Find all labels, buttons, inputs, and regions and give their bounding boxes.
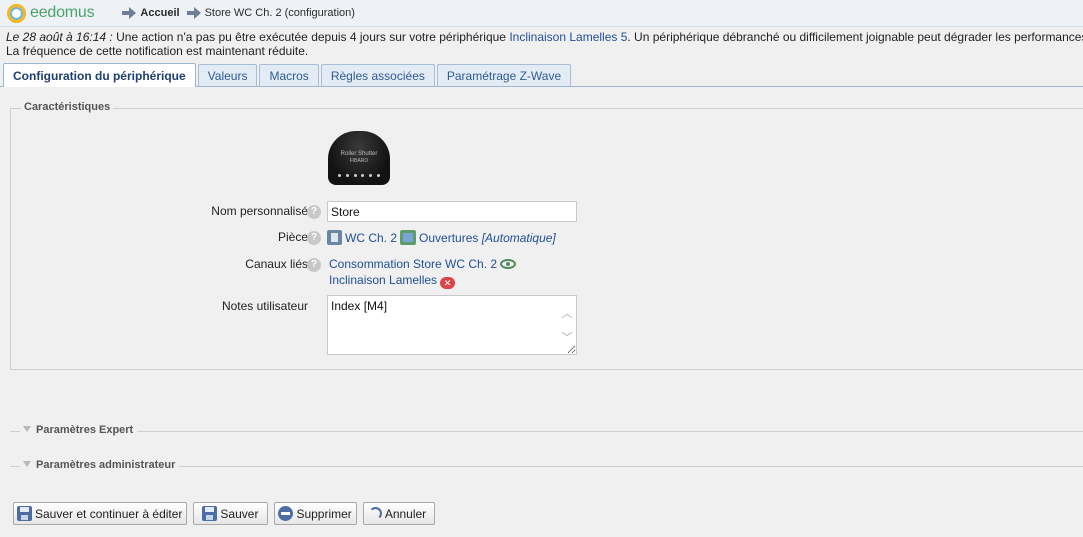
- delete-button[interactable]: Supprimer: [274, 502, 357, 525]
- expert-section-title: Paramètres Expert: [36, 424, 134, 436]
- tab-bar: Configuration du périphérique Valeurs Ma…: [0, 63, 1083, 87]
- save-continue-button[interactable]: Sauver et continuer à éditer: [13, 502, 188, 525]
- channel-1-link[interactable]: Consommation Store WC Ch. 2: [329, 257, 497, 271]
- device-image: Roller Shutter FIBARO: [328, 131, 390, 185]
- tab-configuration[interactable]: Configuration du périphérique: [3, 63, 196, 87]
- device-image-label: Roller Shutter: [340, 151, 378, 157]
- undo-icon: [368, 507, 382, 520]
- room-value: WC Ch. 2 Ouvertures [Automatique]: [327, 230, 556, 245]
- device-buttons: [338, 174, 380, 178]
- room-label: Pièce: [277, 230, 308, 244]
- channels-label: Canaux liés: [245, 257, 308, 271]
- action-buttons: Sauver et continuer à éditer Sauver Supp…: [13, 502, 441, 525]
- group-link[interactable]: Ouvertures: [419, 231, 478, 245]
- channel-2: Inclinaison Lamelles ✕: [329, 273, 456, 289]
- scroll-down-icon[interactable]: ﹀: [560, 331, 574, 345]
- arrow-right-icon: [186, 7, 201, 19]
- floppy-icon: [202, 506, 218, 521]
- cancel-button[interactable]: Annuler: [362, 502, 436, 525]
- notification-text-end: . Un périphérique débranché ou difficile…: [627, 30, 1083, 44]
- room-icon: [327, 230, 342, 245]
- notification-device-link[interactable]: Inclinaison Lamelles 5: [509, 30, 627, 44]
- admin-section-title: Paramètres administrateur: [36, 459, 176, 471]
- openings-group-icon: [400, 230, 417, 245]
- tab-valeurs[interactable]: Valeurs: [197, 64, 258, 86]
- scroll-up-icon[interactable]: ︿: [560, 307, 574, 321]
- triangle-down-icon: [23, 461, 31, 467]
- notification: Le 28 août à 16:14 : Une action n'a pas …: [0, 30, 1083, 58]
- minus-circle-icon: [278, 506, 294, 521]
- help-icon[interactable]: ?: [307, 258, 321, 272]
- channel-2-link[interactable]: Inclinaison Lamelles: [329, 273, 437, 287]
- room-link[interactable]: WC Ch. 2: [345, 231, 397, 245]
- top-bar: eedomus Accueil Store WC Ch. 2 (configur…: [0, 0, 1083, 27]
- admin-section[interactable]: Paramètres administrateur: [10, 459, 1083, 473]
- save-button[interactable]: Sauver: [193, 502, 269, 525]
- group-mode: [Automatique]: [481, 231, 556, 245]
- tab-macros[interactable]: Macros: [259, 64, 319, 86]
- name-input[interactable]: [327, 201, 577, 222]
- channel-1: Consommation Store WC Ch. 2: [329, 257, 517, 271]
- unlink-icon[interactable]: ✕: [440, 277, 456, 289]
- expert-section[interactable]: Paramètres Expert: [10, 424, 1083, 438]
- floppy-icon: [17, 506, 32, 521]
- notes-label: Notes utilisateur: [221, 299, 308, 313]
- device-image-sublabel: FIBARO: [349, 158, 369, 164]
- characteristics-fieldset: Caractéristiques Roller Shutter FIBARO N…: [10, 101, 1083, 370]
- breadcrumb-current-page: Store WC Ch. 2 (configuration): [204, 7, 355, 19]
- breadcrumb: Accueil Store WC Ch. 2 (configuration): [122, 7, 355, 19]
- notification-text: Une action n'a pas pu être exécutée depu…: [112, 30, 510, 44]
- tab-zwave[interactable]: Paramétrage Z-Wave: [436, 64, 572, 86]
- logo-text: eedomus: [30, 4, 95, 21]
- name-label: Nom personnalisé: [211, 204, 308, 218]
- triangle-down-icon: [23, 426, 31, 432]
- logo-ring-icon: [7, 3, 26, 23]
- breadcrumb-home-link[interactable]: Accueil: [140, 7, 179, 19]
- notes-textarea[interactable]: Index [M4]: [327, 295, 577, 355]
- characteristics-legend: Caractéristiques: [21, 101, 114, 113]
- eye-icon[interactable]: [500, 259, 517, 269]
- help-icon[interactable]: ?: [307, 205, 321, 219]
- arrow-right-icon: [122, 7, 137, 19]
- notification-line2: La fréquence de cette notification est m…: [6, 44, 309, 58]
- notification-date: Le 28 août à 16:14 :: [6, 30, 113, 44]
- help-icon[interactable]: ?: [307, 231, 321, 245]
- tab-regles[interactable]: Règles associées: [320, 64, 435, 86]
- logo[interactable]: eedomus: [7, 3, 95, 23]
